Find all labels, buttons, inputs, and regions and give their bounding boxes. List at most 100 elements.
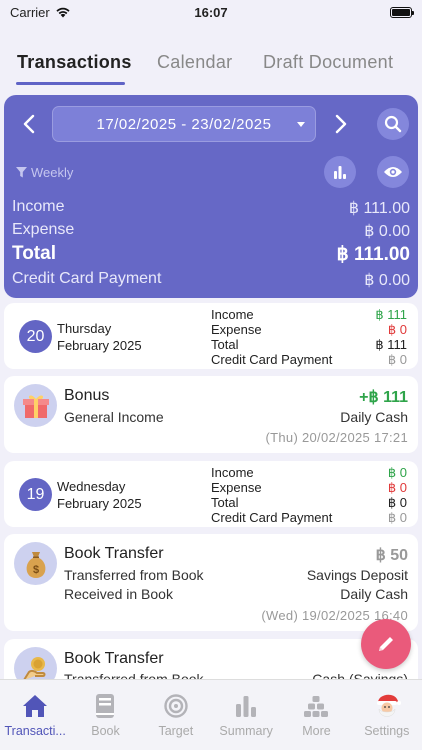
summary-expense-row: Expense ฿ 0.00 — [12, 221, 410, 241]
transaction-from-account: Savings Deposit — [306, 567, 408, 583]
weekday-label: Wednesday — [57, 479, 126, 494]
summary-expense-label: Expense — [12, 221, 75, 238]
period-filter[interactable]: Weekly — [16, 165, 73, 180]
day-summary-labels: Income Expense Total Credit Card Payment — [211, 465, 332, 525]
day-summary-card[interactable]: 20 Thursday February 2025 Income Expense… — [4, 303, 418, 369]
search-button[interactable] — [377, 108, 409, 140]
chart-button[interactable] — [324, 156, 356, 188]
transaction-to-account: Daily Cash — [340, 586, 408, 602]
chevron-left-icon — [23, 114, 35, 134]
summary-card: 17/02/2025 - 23/02/2025 Weekly Income ฿ … — [4, 95, 418, 298]
top-tabs: Transactions Calendar Draft Document — [0, 48, 422, 88]
active-tab-indicator — [16, 82, 125, 85]
day-credit-card-label: Credit Card Payment — [211, 352, 333, 367]
wifi-icon — [56, 7, 70, 18]
transaction-amount: ฿ 50 — [375, 547, 408, 564]
summary-credit-card-label: Credit Card Payment — [12, 270, 162, 287]
bar-chart-icon — [231, 692, 261, 720]
nav-settings[interactable]: Settings — [352, 680, 422, 750]
target-icon — [161, 692, 191, 720]
month-year-label: February 2025 — [57, 496, 142, 511]
tab-transactions[interactable]: Transactions — [17, 52, 132, 73]
money-bag-icon: $ — [14, 542, 57, 585]
nav-more[interactable]: More — [281, 680, 351, 750]
day-summary-values: ฿ 111 ฿ 0 ฿ 111 ฿ 0 — [375, 307, 407, 367]
previous-week-button[interactable] — [14, 109, 44, 139]
nav-summary-label: Summary — [219, 724, 273, 738]
day-summary-values: ฿ 0 ฿ 0 ฿ 0 ฿ 0 — [388, 465, 407, 525]
day-credit-card-value: ฿ 0 — [387, 352, 407, 367]
transaction-account: Daily Cash — [340, 409, 408, 425]
nav-book[interactable]: Book — [70, 680, 140, 750]
clock: 16:07 — [194, 4, 228, 20]
nav-settings-label: Settings — [364, 724, 410, 738]
summary-income-label: Income — [12, 198, 65, 215]
day-income-value: ฿ 111 — [375, 307, 407, 322]
transaction-item[interactable]: Bonus General Income +฿ 111 Daily Cash (… — [4, 376, 418, 453]
nav-transactions[interactable]: Transacti... — [0, 680, 70, 750]
day-total-value: ฿ 111 — [375, 337, 407, 352]
santa-icon — [372, 692, 402, 720]
next-week-button[interactable] — [326, 109, 356, 139]
gift-icon — [14, 384, 57, 427]
day-total-label: Total — [211, 495, 239, 510]
svg-text:$: $ — [32, 564, 38, 576]
day-income-label: Income — [211, 307, 254, 322]
battery-icon — [390, 6, 414, 18]
visibility-button[interactable] — [377, 156, 409, 188]
date-range-label: 17/02/2025 - 23/02/2025 — [96, 115, 272, 133]
summary-total-value: ฿ 111.00 — [336, 244, 410, 265]
weekday-label: Thursday — [57, 321, 112, 336]
nav-book-label: Book — [91, 724, 120, 738]
transaction-category: General Income — [64, 409, 164, 425]
status-bar: Carrier 16:07 — [0, 0, 422, 24]
chevron-right-icon — [335, 114, 347, 134]
transaction-title: Bonus — [64, 387, 110, 404]
caret-down-icon — [297, 122, 305, 127]
transaction-title: Book Transfer — [64, 545, 164, 562]
day-expense-value: ฿ 0 — [387, 322, 407, 337]
nav-transactions-label: Transacti... — [4, 724, 66, 738]
home-icon — [20, 692, 50, 720]
summary-total-label: Total — [12, 243, 56, 264]
summary-credit-card-value: ฿ 0.00 — [364, 272, 410, 289]
nav-target[interactable]: Target — [141, 680, 211, 750]
day-expense-label: Expense — [211, 480, 262, 495]
day-credit-card-value: ฿ 0 — [387, 510, 407, 525]
summary-credit-card-row: Credit Card Payment ฿ 0.00 — [12, 270, 410, 290]
day-income-label: Income — [211, 465, 254, 480]
carrier-group: Carrier — [10, 5, 71, 20]
nav-target-label: Target — [158, 724, 194, 738]
day-total-value: ฿ 0 — [387, 495, 407, 510]
day-number-badge: 20 — [19, 320, 52, 353]
tab-calendar[interactable]: Calendar — [157, 52, 232, 73]
bar-chart-icon — [334, 166, 346, 179]
day-summary-labels: Income Expense Total Credit Card Payment — [211, 307, 332, 367]
summary-total-row: Total ฿ 111.00 — [12, 243, 410, 266]
stack-icon — [301, 692, 331, 720]
add-transaction-button[interactable] — [361, 619, 411, 669]
day-expense-label: Expense — [211, 322, 262, 337]
month-year-label: February 2025 — [57, 338, 142, 353]
nav-summary[interactable]: Summary — [211, 680, 281, 750]
transaction-amount: +฿ 111 — [359, 389, 408, 406]
day-total-label: Total — [211, 337, 239, 352]
summary-income-value: ฿ 111.00 — [348, 200, 410, 217]
nav-more-label: More — [302, 724, 331, 738]
date-range-selector[interactable]: 17/02/2025 - 23/02/2025 — [52, 106, 316, 142]
day-credit-card-label: Credit Card Payment — [211, 510, 333, 525]
transaction-datetime: (Thu) 20/02/2025 17:21 — [265, 430, 408, 445]
tab-draft-document[interactable]: Draft Document — [263, 52, 393, 73]
period-label: Weekly — [31, 165, 74, 180]
carrier-label: Carrier — [10, 4, 50, 20]
day-date: Thursday February 2025 — [57, 320, 142, 354]
transaction-to: Received in Book — [64, 586, 173, 602]
day-number-badge: 19 — [19, 478, 52, 511]
day-summary-card[interactable]: 19 Wednesday February 2025 Income Expens… — [4, 461, 418, 527]
summary-expense-value: ฿ 0.00 — [364, 223, 410, 240]
eye-icon — [384, 167, 402, 177]
transaction-item[interactable]: $ Book Transfer Transferred from Book Re… — [4, 534, 418, 631]
day-income-value: ฿ 0 — [387, 465, 407, 480]
transaction-title: Book Transfer — [64, 650, 164, 667]
bottom-navigation: Transacti... Book Target Summary More Se… — [0, 679, 422, 750]
